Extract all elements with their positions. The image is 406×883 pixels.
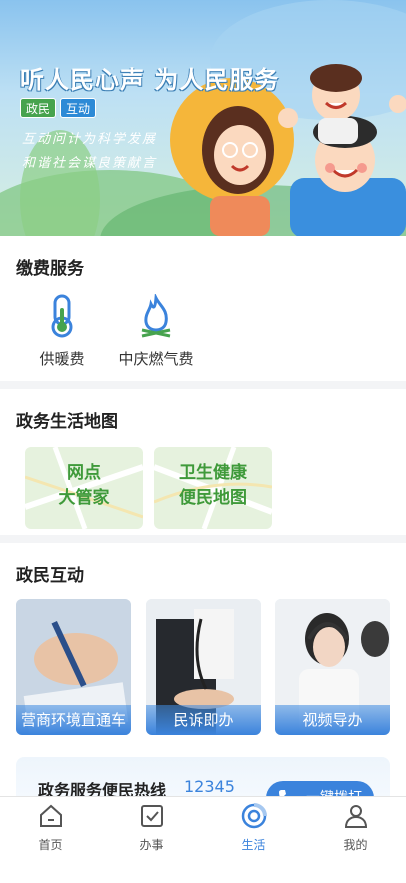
checkbox-icon <box>140 805 163 827</box>
video-guide-label: 视频导办 <box>275 705 390 735</box>
outlet-butler-line1: 网点 <box>67 463 101 483</box>
banner-title: 听人民心声 为人民服务 <box>20 66 280 94</box>
tab-mine[interactable]: 我的 <box>305 803 406 853</box>
video-guide-card[interactable]: 视频导办 <box>275 599 390 735</box>
payment-section: 缴费服务 供暖费 中庆燃气费 <box>0 236 406 381</box>
tab-life-label: 生活 <box>241 838 266 852</box>
banner-slogan-line2: 和谐社会谋良策献言 <box>22 156 158 171</box>
thermometer-icon <box>51 294 73 338</box>
outlet-butler-card[interactable]: 网点 大管家 <box>25 447 143 529</box>
tab-services[interactable]: 办事 <box>101 803 202 853</box>
tab-mine-label: 我的 <box>343 838 368 852</box>
outlet-butler-line2: 大管家 <box>58 488 110 508</box>
map-section: 政务生活地图 网点 大管家 卫生健康 便民地图 <box>0 389 406 535</box>
map-section-title: 政务生活地图 <box>16 412 118 432</box>
health-map-line1: 卫生健康 <box>179 463 247 483</box>
gas-fee-label: 中庆燃气费 <box>118 350 194 368</box>
business-express-card[interactable]: 营商环境直通车 <box>16 599 131 735</box>
gas-fee-button[interactable]: 中庆燃气费 <box>101 292 211 369</box>
complaint-handling-label: 民诉即办 <box>146 705 261 735</box>
tab-life[interactable]: 生活 <box>203 803 304 853</box>
health-map-card[interactable]: 卫生健康 便民地图 <box>154 447 272 529</box>
life-ring-icon <box>241 803 267 829</box>
tab-home-label: 首页 <box>38 838 63 852</box>
banner-illustration <box>0 0 406 236</box>
bottom-tab-bar: 首页 办事 生活 我的 <box>0 796 406 883</box>
tag-hudong: 互动 <box>60 98 97 118</box>
banner-slogan-line1: 互动问计为科学发展 <box>22 132 158 147</box>
gas-flame-icon <box>141 292 171 338</box>
home-icon <box>39 804 62 827</box>
complaint-handling-card[interactable]: 民诉即办 <box>146 599 261 735</box>
tab-services-label: 办事 <box>139 838 164 852</box>
interaction-section-title: 政民互动 <box>16 566 84 586</box>
hero-banner[interactable]: 听人民心声 为人民服务 政民 互动 互动问计为科学发展 和谐社会谋良策献言 <box>0 0 406 236</box>
hotline-number: 12345 <box>184 777 235 796</box>
health-map-line2: 便民地图 <box>179 488 247 508</box>
payment-section-title: 缴费服务 <box>16 259 84 279</box>
business-express-label: 营商环境直通车 <box>16 705 131 735</box>
user-icon <box>344 805 367 828</box>
tab-home[interactable]: 首页 <box>0 803 101 853</box>
tag-zhengmin: 政民 <box>20 98 57 118</box>
